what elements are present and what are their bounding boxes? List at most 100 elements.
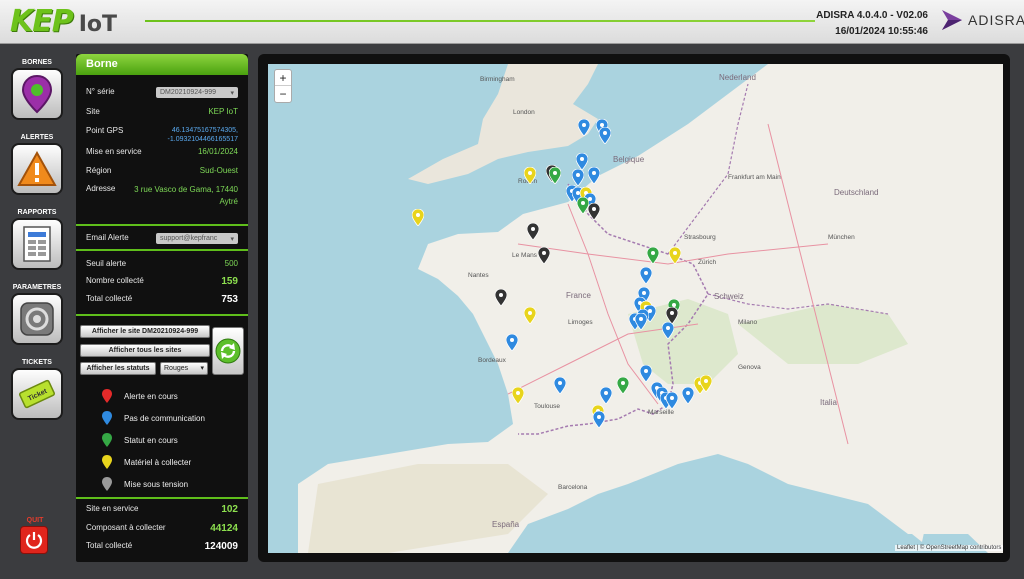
nav-rapports[interactable]: RAPPORTS (8, 208, 66, 270)
site-pin-icon[interactable] (538, 247, 550, 264)
quit-label: QUIT (26, 517, 44, 524)
sites-value: 102 (221, 504, 238, 515)
site-pin-icon[interactable] (700, 375, 712, 392)
zoom-in-button[interactable]: + (275, 70, 291, 86)
report-icon (23, 226, 51, 262)
tickets-button[interactable]: Ticket (11, 368, 63, 420)
left-nav: BORNES ALERTES RAPPORTS PARAMETRES TICKE… (0, 45, 75, 579)
site-pin-icon[interactable] (647, 247, 659, 264)
site-pin-icon[interactable] (524, 167, 536, 184)
zoom-out-button[interactable]: − (275, 86, 291, 102)
region-row: Région Sud-Ouest (86, 166, 238, 175)
show-all-sites-button[interactable]: Afficher tous les sites (80, 344, 210, 357)
total-row: Total collecté 753 (86, 294, 238, 305)
site-pin-icon[interactable] (554, 377, 566, 394)
site-pin-icon[interactable] (506, 334, 518, 351)
adisra-logo-icon (942, 10, 962, 30)
logo-iot-text: IoT (78, 12, 118, 37)
site-pin-icon[interactable] (572, 169, 584, 186)
nav-parametres[interactable]: PARAMETRES (8, 283, 66, 345)
borne-panel: Borne N° série DM20210924-999 ▾ Site KEP… (76, 54, 248, 562)
grey-pin-icon (102, 477, 112, 491)
email-value: support@kepfranc (160, 235, 218, 242)
email-select[interactable]: support@kepfranc ▾ (156, 233, 238, 244)
panel-title: Borne (76, 54, 248, 75)
nav-tickets[interactable]: TICKETS Ticket (8, 358, 66, 420)
site-pin-icon[interactable] (588, 203, 600, 220)
site-label: Site (86, 107, 100, 116)
region-label: Région (86, 166, 112, 175)
city-label: Frankfurt am Main (728, 174, 781, 181)
site-pin-icon[interactable] (640, 267, 652, 284)
quit-button[interactable] (20, 526, 48, 554)
quit-control[interactable]: QUIT (20, 517, 50, 554)
blue-pin-icon (102, 411, 112, 425)
site-pin-icon[interactable] (669, 247, 681, 264)
nav-bornes[interactable]: BORNES (8, 58, 66, 120)
site-pin-icon[interactable] (412, 209, 424, 226)
site-pin-icon[interactable] (600, 387, 612, 404)
site-pin-icon[interactable] (527, 223, 539, 240)
chevron-down-icon: ▾ (200, 365, 204, 372)
address-row: Adresse 3 rue Vasco de Gama, 17440 Aytré (86, 184, 238, 208)
site-pin-icon[interactable] (666, 392, 678, 409)
compose-value: 44124 (210, 523, 238, 534)
nav-label: RAPPORTS (17, 209, 57, 216)
site-pin-icon[interactable] (635, 313, 647, 330)
serial-row: N° série DM20210924-999 ▾ (86, 87, 238, 98)
site-pin-icon[interactable] (576, 153, 588, 170)
show-status-button[interactable]: Afficher les statuts (80, 362, 156, 375)
compose-label: Composant à collecter (86, 523, 166, 532)
gps-label: Point GPS (86, 126, 124, 135)
power-icon (25, 532, 43, 549)
rapports-button[interactable] (11, 218, 63, 270)
legend-label: Mise sous tension (124, 479, 189, 489)
site-pin-icon[interactable] (512, 387, 524, 404)
site-pin-icon[interactable] (640, 365, 652, 382)
site-pin-icon[interactable] (578, 119, 590, 136)
city-label: Limoges (568, 319, 593, 326)
yellow-pin-icon (102, 455, 112, 469)
map-attribution[interactable]: Leaflet | © OpenStreetMap contributors (895, 545, 1004, 551)
nav-label: BORNES (22, 59, 52, 66)
sites-label: Site en service (86, 504, 139, 513)
nav-label: ALERTES (20, 134, 54, 141)
city-label: Birmingham (480, 76, 515, 83)
site-pin-icon[interactable] (549, 167, 561, 184)
bornes-button[interactable] (11, 68, 63, 120)
site-pin-icon[interactable] (682, 387, 694, 404)
serial-select[interactable]: DM20210924-999 ▾ (156, 87, 238, 98)
alertes-button[interactable] (11, 143, 63, 195)
site-pin-icon[interactable] (662, 322, 674, 339)
current-datetime: 16/01/2024 10:55:46 (835, 26, 928, 37)
legend-label: Statut en cours (124, 435, 178, 445)
chevron-down-icon: ▾ (230, 235, 234, 243)
service-value: 16/01/2024 (197, 147, 238, 156)
map-view[interactable]: Birmingham London Rouen Paris Le Mans Na… (268, 64, 1003, 553)
site-pin-icon[interactable] (495, 289, 507, 306)
email-label: Email Alerte (86, 233, 129, 242)
city-label: Barcelona (558, 484, 588, 491)
nav-alertes[interactable]: ALERTES (8, 133, 66, 195)
show-site-button[interactable]: Afficher le site DM20210924-999 (80, 325, 210, 338)
status-select[interactable]: Rouges ▾ (160, 362, 208, 375)
grand-total-label: Total collecté (86, 541, 133, 550)
site-pin-icon[interactable] (588, 167, 600, 184)
service-label: Mise en service (86, 147, 142, 156)
warning-icon (17, 151, 57, 186)
header-divider (145, 20, 815, 22)
site-pin-icon[interactable] (593, 411, 605, 428)
city-label: Genova (738, 364, 761, 371)
collected-count-label: Nombre collecté (86, 276, 144, 285)
city-label: Strasbourg (684, 234, 716, 241)
brand-name: ADISRA (968, 12, 1024, 28)
refresh-button[interactable] (212, 327, 244, 375)
site-pin-icon[interactable] (524, 307, 536, 324)
parametres-button[interactable] (11, 293, 63, 345)
legend-power: Mise sous tension (102, 477, 188, 491)
site-pin-icon[interactable] (617, 377, 629, 394)
country-label: España (492, 520, 520, 529)
site-pin-icon[interactable] (599, 127, 611, 144)
country-label: France (566, 291, 591, 300)
country-label: Nederland (719, 73, 756, 82)
